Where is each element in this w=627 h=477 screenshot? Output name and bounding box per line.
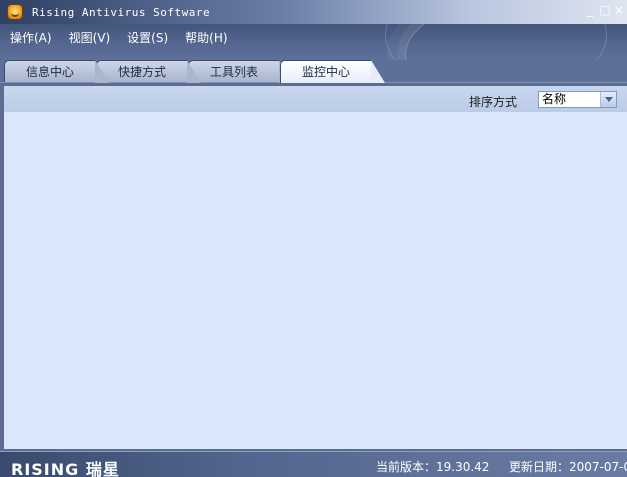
tab-shortcuts[interactable]: 快捷方式 (96, 60, 201, 83)
minimize-button[interactable]: _ (583, 3, 597, 17)
rising-lion-icon[interactable] (7, 4, 23, 20)
menu-view[interactable]: 视图(V) (69, 29, 111, 46)
monitor-content-area[interactable] (4, 112, 627, 449)
status-bar: RISING 瑞星 当前版本：19.30.42 更新日期：2007-07-06 (0, 451, 627, 477)
window-title: Rising Antivirus Software (32, 6, 211, 19)
sort-toolbar: 排序方式 名称 (4, 86, 627, 112)
update-date: 更新日期：2007-07-06 (509, 460, 627, 474)
current-version: 当前版本：19.30.42 (376, 460, 490, 474)
sort-selected-value: 名称 (542, 92, 567, 106)
menu-items: 操作(A) 视图(V) 设置(S) 帮助(H) (10, 29, 245, 46)
close-button[interactable]: × (612, 3, 626, 17)
tab-info-center[interactable]: 信息中心 (4, 60, 109, 83)
menu-help[interactable]: 帮助(H) (185, 29, 227, 46)
chevron-down-icon[interactable] (600, 92, 616, 107)
menu-settings[interactable]: 设置(S) (127, 29, 168, 46)
tab-tool-list[interactable]: 工具列表 (188, 60, 293, 83)
tab-strip: 信息中心 快捷方式 工具列表 监控中心 (0, 60, 627, 83)
rising-logo: RISING 瑞星 (11, 460, 120, 477)
menu-bar: 操作(A) 视图(V) 设置(S) 帮助(H) (0, 24, 627, 60)
decorative-swirl (385, 24, 607, 60)
sort-select[interactable]: 名称 (538, 91, 617, 108)
menu-operate[interactable]: 操作(A) (10, 29, 52, 46)
tab-monitor-center[interactable]: 监控中心 (280, 60, 385, 83)
maximize-button[interactable]: □ (598, 3, 612, 17)
title-bar[interactable]: Rising Antivirus Software _ □ × (0, 0, 627, 24)
app-window: Rising Antivirus Software _ □ × 操作(A) 视图… (0, 0, 627, 477)
sort-label: 排序方式 (469, 95, 518, 109)
